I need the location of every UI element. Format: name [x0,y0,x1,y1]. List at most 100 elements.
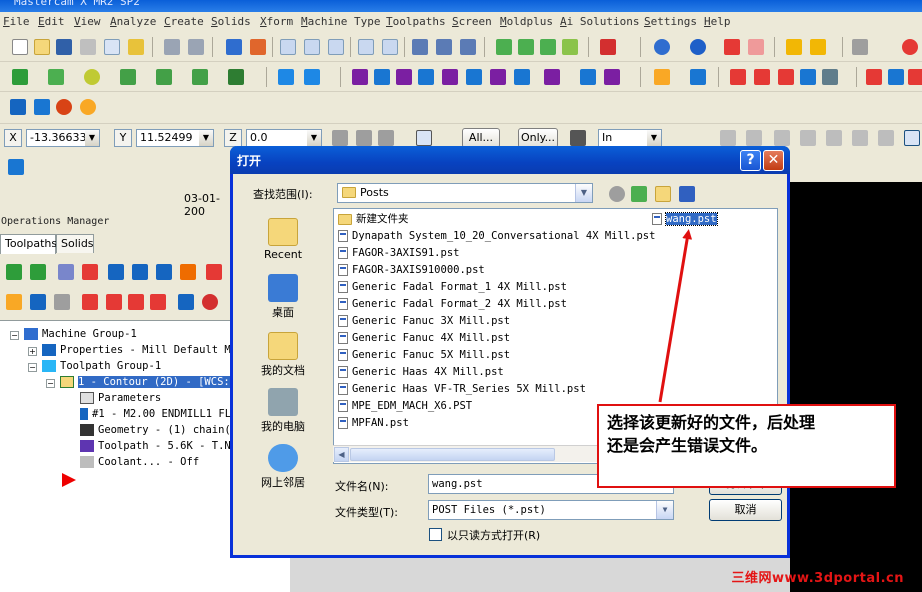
tree-node-properties[interactable]: Properties - Mill Default MM [42,343,237,358]
list-item[interactable]: Generic Fanuc 3X Mill.pst [338,313,510,330]
list-item[interactable]: Generic Fadal Format_1 4X Mill.pst [338,279,567,296]
solid-loft-icon[interactable] [80,99,96,115]
scale-icon[interactable] [418,69,434,85]
cancel-button[interactable]: 取消 [709,499,782,521]
chevron-down-icon[interactable]: ▼ [307,130,321,146]
menu-toolpaths[interactable]: Toolpaths [386,15,446,28]
list-item[interactable]: Generic Fanuc 5X Mill.pst [338,347,510,364]
measure-icon[interactable] [690,69,706,85]
list-item[interactable]: Generic Haas VF-TR_Series 5X Mill.pst [338,381,586,398]
view-front-icon[interactable] [460,39,476,55]
wave-icon[interactable] [8,159,24,175]
chevron-down-icon[interactable]: ▼ [199,130,213,146]
translate-icon[interactable] [352,69,368,85]
menu-edit[interactable]: Edit [38,15,65,28]
tree-node-tool[interactable]: #1 - M2.00 ENDMILL1 FL [80,407,231,422]
toggle-post-icon[interactable] [54,294,70,310]
menu-settings[interactable]: Settings [644,15,697,28]
regen-icon[interactable] [58,264,74,280]
menu-moldplus[interactable]: Moldplus [500,15,553,28]
list-item[interactable]: FAGOR-3AXIS91.pst [338,245,459,262]
scroll-left-icon[interactable]: ◀ [334,447,349,462]
list-item-folder[interactable]: 新建文件夹 [338,211,409,228]
back-select-icon[interactable] [852,130,868,146]
lock-icon[interactable] [6,294,22,310]
trophy-icon[interactable] [128,39,144,55]
zoom-previous-icon[interactable] [382,39,398,55]
select-all-ops-icon[interactable] [6,264,22,280]
tree-node-parameters[interactable]: Parameters [80,391,161,406]
globe-icon[interactable] [654,39,670,55]
layers-icon[interactable] [754,69,770,85]
selection-mode-combo[interactable]: In ▼ [598,129,662,147]
scrollbar-thumb[interactable] [350,448,555,461]
body-select-icon[interactable] [826,130,842,146]
menu-create[interactable]: Create [164,15,204,28]
post-g1-icon[interactable] [156,264,172,280]
shade-edge-icon[interactable] [562,39,578,55]
readonly-checkbox[interactable] [429,528,442,541]
tree-node-machine-group[interactable]: Machine Group-1 [24,327,137,342]
break-icon[interactable] [604,69,620,85]
chevron-down-icon[interactable]: ▼ [85,130,99,146]
array-icon[interactable] [490,69,506,85]
dialog-title-bar[interactable]: 打开 ? ✕ [230,146,790,174]
rotate-icon[interactable] [396,69,412,85]
list-item-selected[interactable]: wang.pst [652,211,718,228]
select-only-button[interactable]: Only... [518,128,558,148]
analyze-icon[interactable] [654,69,670,85]
menu-xform[interactable]: Xform [260,15,293,28]
menu-machine-type[interactable]: Machine Type [301,15,380,28]
project-icon[interactable] [466,69,482,85]
new-file-icon[interactable] [12,39,28,55]
file-type-select[interactable]: POST Files (*.pst) ▼ [428,500,674,520]
y-coordinate-field[interactable]: 11.52499 ▼ [136,129,214,147]
create-fillet-icon[interactable] [120,69,136,85]
edge-select-icon[interactable] [800,130,816,146]
collapse-icon[interactable]: − [10,331,19,340]
create-line-icon[interactable] [48,69,64,85]
shade-wire-icon[interactable] [496,39,512,55]
place-desktop[interactable]: 桌面 [239,274,327,320]
offset-icon[interactable] [442,69,458,85]
cat-icon[interactable] [378,130,394,146]
regen-dirty-icon[interactable] [82,264,98,280]
attribute-icon[interactable] [810,39,826,55]
view-top-icon[interactable] [436,39,452,55]
print-preview-icon[interactable] [104,39,120,55]
cursor-icon[interactable] [720,130,736,146]
move-xform-icon[interactable] [304,69,320,85]
fit-icon[interactable] [250,39,266,55]
select-dirty-ops-icon[interactable] [30,264,46,280]
tab-solids[interactable]: Solids [56,234,94,253]
zoom-target-icon[interactable] [358,39,374,55]
pencil-icon[interactable] [786,39,802,55]
menu-analyze[interactable]: Analyze [110,15,156,28]
shade-solid-icon[interactable] [540,39,556,55]
red-cube-icon[interactable] [724,39,740,55]
expand-icon[interactable]: + [28,347,37,356]
create-chamfer-icon[interactable] [156,69,172,85]
toggle-display-icon[interactable] [30,294,46,310]
stop-icon[interactable] [902,39,918,55]
tree-node-contour-operation[interactable]: 1 - Contour (2D) - [WCS: [60,375,230,390]
place-my-computer[interactable]: 我的电脑 [239,388,327,434]
chevron-down-icon[interactable]: ▼ [656,501,673,519]
list-item[interactable]: MPE_EDM_MACH_X6.PST [338,398,472,415]
list-item[interactable]: FAGOR-3AXIS910000.pst [338,262,485,279]
zoom-in-icon[interactable] [304,39,320,55]
menu-help[interactable]: Help [704,15,731,28]
toolpath-only-icon[interactable] [178,294,194,310]
zoom-window-icon[interactable] [280,39,296,55]
view-iso-icon[interactable] [412,39,428,55]
tree-node-toolpath-group[interactable]: Toolpath Group-1 [42,359,161,374]
x-coordinate-field[interactable]: -13.36633 ▼ [26,129,100,147]
verify-select-icon[interactable] [878,130,894,146]
back-icon[interactable] [609,186,625,202]
move-up-icon[interactable] [106,294,122,310]
place-network[interactable]: 网上邻居 [239,444,327,490]
grid-icon[interactable] [730,69,746,85]
create-spline-icon[interactable] [192,69,208,85]
color-icon[interactable] [778,69,794,85]
menu-screen[interactable]: Screen [452,15,492,28]
